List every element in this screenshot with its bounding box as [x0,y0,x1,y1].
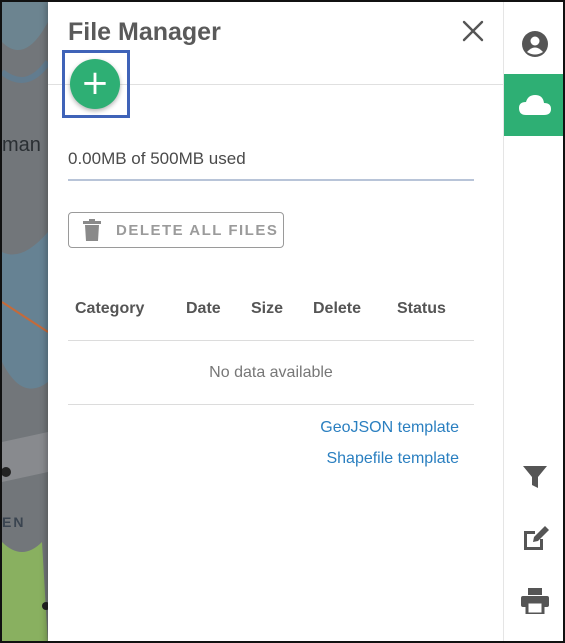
close-icon [462,20,484,42]
column-header-size[interactable]: Size [251,300,283,318]
map-label-partial: man [2,134,41,156]
app-frame: man EN File Manager + 0.00MB of 500MB us… [0,0,565,643]
print-icon [521,588,549,614]
add-file-button[interactable]: + [70,59,120,109]
delete-all-label: DELETE ALL FILES [116,221,279,239]
print-button[interactable] [504,584,563,618]
edit-button[interactable] [504,522,563,556]
table-divider [68,404,474,405]
plus-icon: + [80,62,110,103]
right-toolbar [503,2,563,641]
files-table-header: Category Date Size Delete Status [68,300,474,340]
column-header-category[interactable]: Category [75,300,144,318]
map-label-partial: EN [2,514,26,530]
column-header-status[interactable]: Status [397,300,446,318]
storage-usage-text: 0.00MB of 500MB used [68,149,246,168]
cloud-button[interactable] [504,74,563,136]
account-icon [522,31,548,57]
edit-icon [524,526,549,550]
cloud-icon [519,95,551,115]
shapefile-template-link[interactable]: Shapefile template [326,450,459,468]
account-button[interactable] [504,20,563,68]
delete-all-files-button[interactable]: DELETE ALL FILES [68,212,284,248]
close-button[interactable] [460,18,486,44]
file-manager-panel: File Manager + 0.00MB of 500MB used DELE… [48,2,503,641]
map-background[interactable]: man EN [2,2,48,641]
column-header-date[interactable]: Date [186,300,221,318]
trash-icon [83,219,101,241]
table-divider [68,340,474,341]
column-header-delete[interactable]: Delete [313,300,361,318]
empty-table-message: No data available [209,364,333,381]
filter-icon [523,466,547,488]
panel-title: File Manager [68,18,221,46]
filter-button[interactable] [504,460,563,494]
geojson-template-link[interactable]: GeoJSON template [320,419,459,437]
usage-underline [68,179,474,181]
